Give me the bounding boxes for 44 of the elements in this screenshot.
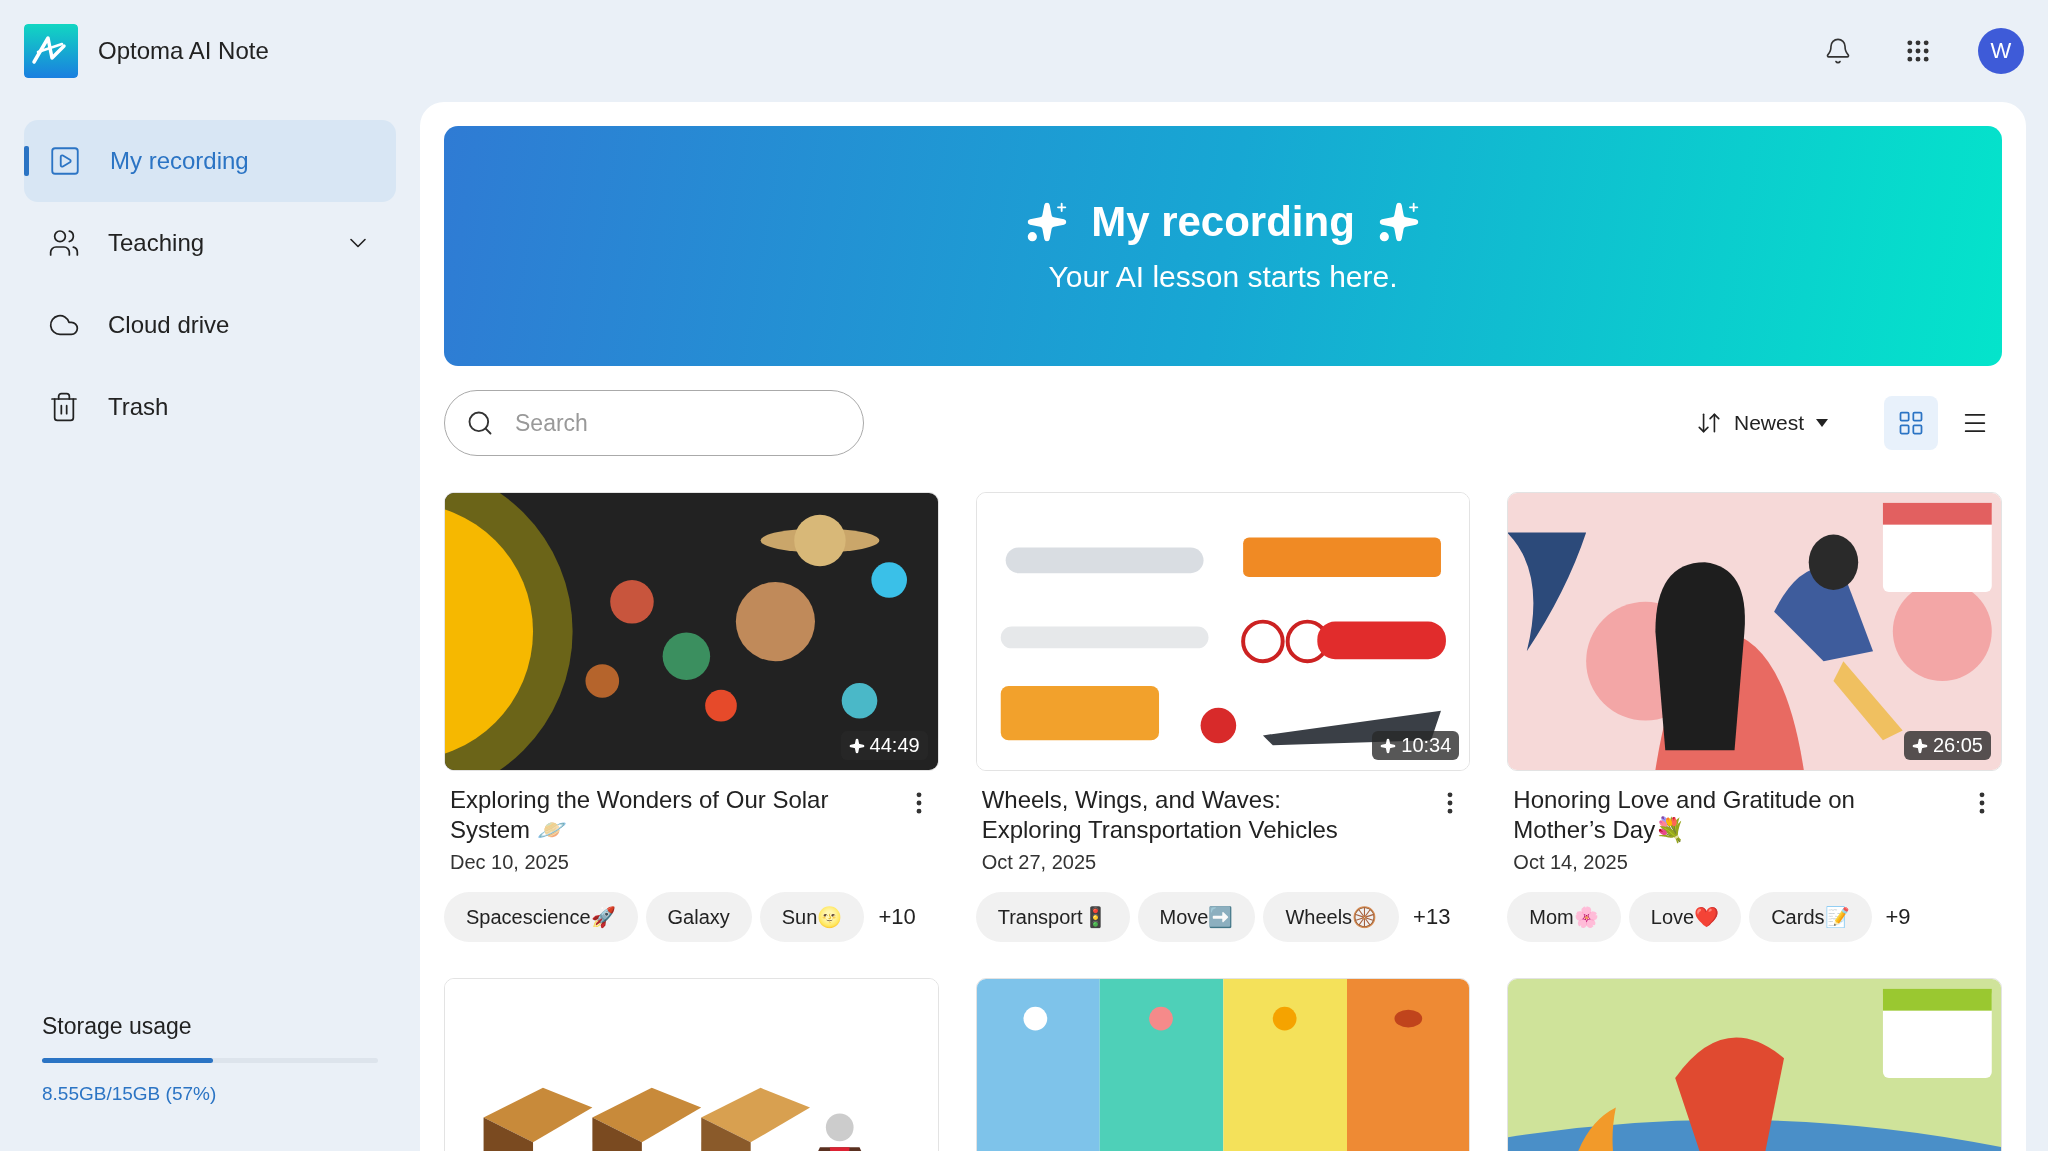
banner-title: My recording bbox=[1091, 198, 1355, 246]
card-title[interactable]: Honoring Love and Gratitude on Mother’s Day💐 bbox=[1513, 785, 1914, 845]
sidebar-item[interactable]: Teaching bbox=[24, 202, 396, 284]
trash-icon bbox=[48, 391, 80, 423]
grid-icon bbox=[1897, 409, 1925, 437]
app-logo bbox=[24, 24, 78, 78]
tag-chip[interactable]: Move➡ bbox=[1137, 892, 1256, 942]
tag-chip[interactable]: Galaxy bbox=[645, 892, 752, 942]
tag-chip[interactable]: Cards📝 bbox=[1749, 892, 1872, 942]
banner-subtitle: Your AI lesson starts here. bbox=[1048, 260, 1398, 294]
storage-reading: 8.55GB/15GB (57%) bbox=[41, 1083, 218, 1105]
tag-chip[interactable]: Spacescience🚀 bbox=[444, 892, 638, 942]
user-avatar[interactable]: W bbox=[1978, 28, 2024, 74]
duration-badge: 44:49 bbox=[840, 731, 928, 760]
tag-chip[interactable]: Love❤ bbox=[1628, 892, 1742, 942]
duration-badge: 10:34 bbox=[1372, 731, 1460, 760]
card-title[interactable]: Exploring the Wonders of Our Solar System 🪐 bbox=[450, 785, 850, 845]
sparkle-icon bbox=[1911, 737, 1928, 754]
duration-badge: 26:05 bbox=[1903, 731, 1991, 760]
card-date: Dec 10, 2025 bbox=[449, 850, 570, 874]
card-date: Oct 27, 2025 bbox=[980, 850, 1098, 874]
more-tags-count: +13 bbox=[1413, 904, 1451, 930]
tag-chip[interactable]: Wheels🛞 bbox=[1263, 892, 1400, 942]
sparkle-icon bbox=[848, 737, 865, 754]
play-icon bbox=[48, 144, 82, 178]
sidebar-item[interactable]: Cloud drive bbox=[24, 284, 396, 366]
people-icon bbox=[48, 227, 80, 259]
app-name: Optoma AI Note bbox=[98, 37, 270, 65]
more-tags-count: +10 bbox=[878, 904, 916, 930]
tag-chip[interactable]: Mom🌸 bbox=[1507, 892, 1621, 942]
tag-chip[interactable]: Transport🚦 bbox=[975, 892, 1130, 942]
tag-chip[interactable]: Sun🌝 bbox=[759, 892, 865, 942]
caret-icon bbox=[1816, 419, 1828, 427]
search-icon bbox=[466, 409, 494, 437]
storage-label: Storage usage bbox=[41, 1013, 193, 1040]
sort-dropdown[interactable]: Newest bbox=[1689, 409, 1834, 437]
card-title[interactable]: Wheels, Wings, and Waves: Exploring Transportation Vehicles bbox=[981, 785, 1382, 845]
sparkle-icon bbox=[1380, 737, 1397, 754]
grid-view-button[interactable] bbox=[1884, 396, 1938, 450]
card-date: Oct 14, 2025 bbox=[1512, 850, 1629, 874]
search-field[interactable]: Search bbox=[444, 390, 864, 456]
more-tags-count: +9 bbox=[1885, 904, 1911, 930]
sidebar-item[interactable]: My recording bbox=[24, 120, 396, 202]
sidebar-item[interactable]: Trash bbox=[24, 366, 396, 448]
